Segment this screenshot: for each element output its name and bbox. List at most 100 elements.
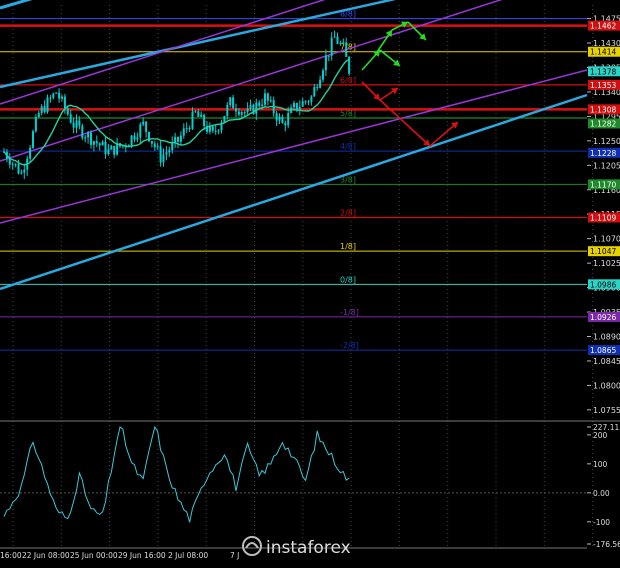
- candle-body-104: [304, 101, 307, 103]
- time-label-4: 2 Jul 08:00: [168, 551, 208, 560]
- candle-body-82: [240, 112, 243, 115]
- candle-body-105: [307, 101, 310, 103]
- price-tick-label-9: 1.1070: [593, 235, 620, 244]
- candle-body-57: [168, 150, 171, 153]
- candle-body-116: [339, 43, 342, 45]
- indicator-tick-label-5: -176.5666: [593, 540, 620, 549]
- candle-body-74: [217, 130, 220, 132]
- candle-body-73: [214, 130, 217, 132]
- candle-body-5: [17, 164, 20, 174]
- candle-body-36: [107, 149, 110, 155]
- candle-body-31: [92, 141, 95, 145]
- price-badge-label-7: 1.1170: [590, 180, 616, 189]
- candle-body-33: [98, 143, 101, 146]
- price-tick-label-15: 1.0800: [593, 381, 620, 390]
- price-tick-label-6: 1.1205: [593, 161, 620, 170]
- candle-body-88: [258, 102, 261, 106]
- candle-body-44: [130, 135, 133, 146]
- time-label-5: 7 J: [230, 551, 239, 560]
- candle-body-28: [84, 137, 87, 139]
- candle-body-109: [319, 79, 322, 88]
- candle-body-19: [58, 92, 61, 99]
- candle-body-26: [78, 120, 81, 126]
- candle-body-76: [223, 115, 226, 123]
- candle-body-87: [255, 102, 258, 114]
- candle-body-100: [293, 102, 295, 108]
- candle-body-17: [52, 93, 55, 98]
- candle-body-54: [159, 146, 162, 163]
- candle-body-62: [182, 128, 185, 136]
- candle-body-114: [333, 36, 336, 38]
- price-badge-label-1: 1.1414: [590, 48, 616, 57]
- candle-body-111: [324, 55, 327, 71]
- indicator-tick-label-4: -100: [593, 518, 610, 527]
- candle-body-95: [278, 116, 281, 121]
- candle-body-20: [61, 96, 63, 99]
- candle-body-69: [203, 114, 206, 127]
- candle-body-39: [116, 143, 119, 155]
- price-badge-label-2: 1.1378: [590, 67, 616, 76]
- price-badge-label-10: 1.0986: [590, 280, 616, 289]
- candle-body-72: [211, 126, 214, 131]
- candle-body-67: [197, 111, 200, 117]
- candle-body-118: [345, 42, 348, 57]
- price-tick-label-5: 1.1250: [593, 137, 620, 146]
- candle-body-81: [237, 111, 240, 115]
- candle-body-27: [81, 125, 84, 138]
- candle-body-117: [342, 42, 345, 44]
- candle-body-63: [185, 128, 188, 130]
- price-badge-label-11: 1.0926: [590, 313, 616, 322]
- candle-body-106: [310, 96, 313, 102]
- candle-body-108: [316, 87, 319, 89]
- candle-body-38: [113, 145, 116, 155]
- candle-body-9: [29, 147, 32, 159]
- candle-body-11: [34, 117, 37, 132]
- price-badge-label-9: 1.1047: [590, 247, 616, 256]
- murrey-level-label-4: 4/8]: [340, 142, 356, 151]
- time-label-1: 22 Jun 08:00: [22, 551, 70, 560]
- candle-body-12: [37, 113, 40, 118]
- candle-body-6: [20, 172, 23, 174]
- watermark-text: instaforex: [266, 538, 351, 558]
- price-badge-label-5: 1.1282: [590, 119, 616, 128]
- candle-body-96: [281, 116, 284, 124]
- candle-body-79: [232, 97, 235, 109]
- candle-body-18: [55, 92, 58, 94]
- candle-body-83: [243, 111, 246, 113]
- candle-body-80: [235, 108, 237, 112]
- candle-body-55: [162, 154, 165, 163]
- chart-canvas: 1.14751.14301.13851.13401.12951.12501.12…: [0, 0, 620, 564]
- candle-body-45: [133, 135, 136, 140]
- candle-body-103: [301, 101, 304, 107]
- candle-body-22: [66, 108, 69, 115]
- murrey-level-label-10: -2/8]: [340, 341, 359, 350]
- candle-body-10: [32, 131, 34, 148]
- candle-body-92: [269, 100, 272, 102]
- candle-body-56: [165, 152, 168, 155]
- price-badge-label-0: 1.1462: [590, 22, 616, 31]
- indicator-tick-label-1: 200: [593, 431, 608, 440]
- candle-body-59: [174, 136, 177, 143]
- candle-body-32: [95, 141, 98, 144]
- time-label-0: 16:00: [0, 551, 22, 560]
- candle-body-97: [284, 123, 287, 126]
- candle-body-113: [330, 37, 333, 56]
- candle-body-51: [150, 141, 153, 144]
- candle-body-37: [110, 145, 113, 150]
- candle-body-13: [40, 106, 43, 114]
- price-badge-label-4: 1.1308: [590, 105, 616, 114]
- candle-body-35: [104, 141, 107, 155]
- price-tick-label-14: 1.0845: [593, 357, 620, 366]
- candle-body-64: [188, 128, 191, 130]
- candle-body-112: [327, 55, 330, 57]
- price-chart: 1.14751.14301.13851.13401.12951.12501.12…: [0, 0, 620, 564]
- candle-body-48: [142, 121, 145, 125]
- time-label-2: 25 Jun 00:00: [70, 551, 118, 560]
- candle-body-115: [336, 36, 339, 44]
- price-tick-label-10: 1.1025: [593, 259, 620, 268]
- indicator-tick-label-2: 100: [593, 460, 608, 469]
- price-tick-label-1: 1.1430: [593, 39, 620, 48]
- candle-body-60: [177, 136, 179, 142]
- candle-body-25: [75, 120, 78, 128]
- candle-body-15: [46, 97, 49, 113]
